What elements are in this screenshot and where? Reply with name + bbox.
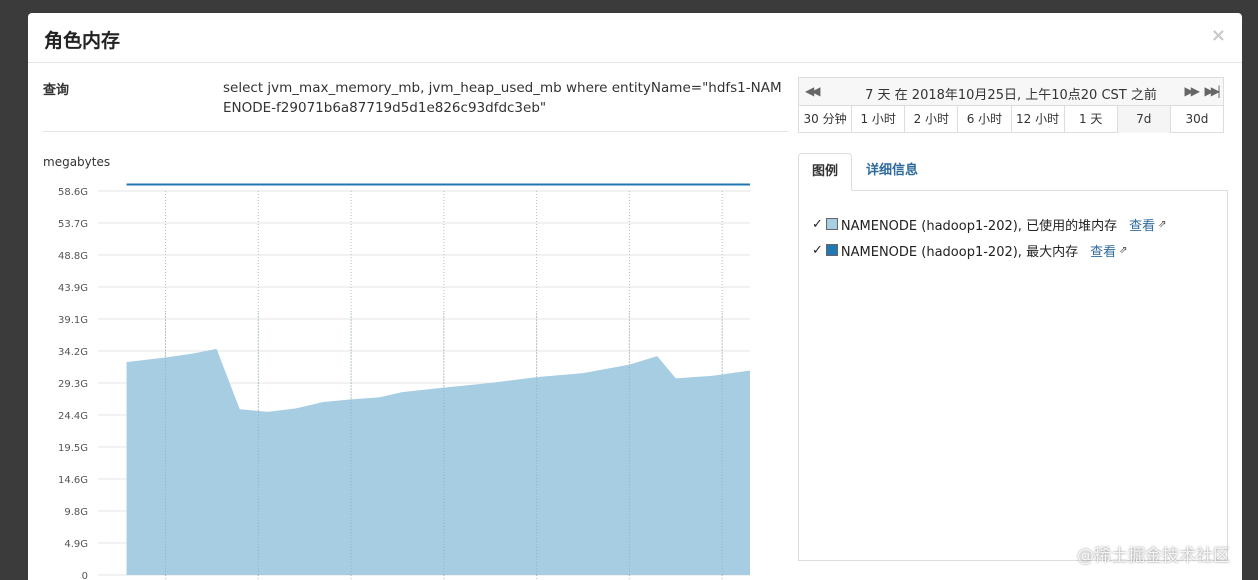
y-tick-label: 29.3G	[58, 379, 88, 390]
query-label: 查询	[43, 83, 70, 98]
legend-item-max-memory[interactable]: ✓ NAMENODE (hadoop1-202), 最大内存 查看 ⇗	[812, 240, 1127, 260]
range-button[interactable]: 1 天	[1065, 106, 1118, 133]
range-button[interactable]: 12 小时	[1012, 106, 1065, 133]
legend-swatch	[825, 218, 838, 230]
divider	[43, 131, 788, 132]
tab-legend[interactable]: 图例	[798, 153, 853, 191]
legend-item-heap-used[interactable]: ✓ NAMENODE (hadoop1-202), 已使用的堆内存 查看 ⇗	[812, 214, 1166, 234]
view-link[interactable]: 查看	[1090, 241, 1116, 260]
role-memory-modal: 角色内存 × 查询 select jvm_max_memory_mb, jvm_…	[28, 13, 1242, 580]
y-tick-label: 0	[82, 571, 88, 580]
y-tick-label: 39.1G	[58, 315, 88, 326]
y-tick-label: 14.6G	[58, 475, 88, 486]
y-tick-label: 58.6G	[58, 187, 88, 198]
watermark: @稀土掘金技术社区	[1077, 546, 1230, 566]
check-icon[interactable]: ✓	[812, 243, 823, 258]
legend-label: NAMENODE (hadoop1-202), 已使用的堆内存	[840, 218, 1118, 234]
y-tick-label: 48.8G	[58, 251, 88, 262]
y-tick-label: 4.9G	[64, 539, 88, 550]
external-link-icon[interactable]: ⇗	[1158, 219, 1166, 230]
view-link[interactable]: 查看	[1129, 215, 1155, 234]
y-tick-label: 53.7G	[58, 219, 88, 230]
y-tick-label: 19.5G	[58, 443, 88, 454]
legend-swatch	[825, 244, 838, 256]
y-tick-label: 34.2G	[58, 347, 88, 358]
range-button[interactable]: 30 分钟	[799, 106, 853, 133]
y-tick-label: 24.4G	[58, 411, 88, 422]
range-button[interactable]: 1 小时	[852, 106, 906, 133]
y-tick-label: 43.9G	[58, 283, 88, 294]
modal-header: 角色内存 ×	[28, 13, 1242, 63]
skip-to-end-icon[interactable]: ▶▶|	[1205, 84, 1221, 98]
time-navigator: ◀◀ 7 天 在 2018年10月25日, 上午10点20 CST 之前 ▶▶ …	[798, 77, 1224, 133]
y-axis-label: megabytes	[43, 155, 110, 169]
memory-area-chart: megabytes 0 4.9G 9.8G 14.6G 19.5G 24.4G 29.3G 3…	[43, 155, 750, 580]
time-range-text: 7 天 在 2018年10月25日, 上午10点20 CST 之前	[865, 88, 1157, 103]
modal-title: 角色内存	[44, 30, 121, 52]
range-button[interactable]: 2 小时	[905, 106, 959, 133]
range-button[interactable]: 7d	[1117, 106, 1171, 133]
close-button[interactable]: ×	[1211, 25, 1226, 46]
legend-tabs: 图例 详细信息	[798, 153, 1228, 191]
time-range-buttons: 30 分钟 1 小时 2 小时 6 小时 12 小时 1 天 7d 30d	[799, 106, 1223, 133]
external-link-icon[interactable]: ⇗	[1119, 245, 1127, 256]
legend-label: NAMENODE (hadoop1-202), 最大内存	[840, 244, 1079, 260]
y-tick-label: 9.8G	[64, 507, 88, 518]
range-button[interactable]: 30d	[1171, 106, 1223, 133]
double-right-triangle-icon[interactable]: ▶▶	[1185, 84, 1201, 98]
query-text: select jvm_max_memory_mb, jvm_heap_used_…	[223, 80, 782, 116]
check-icon[interactable]: ✓	[812, 217, 823, 232]
range-button[interactable]: 6 小时	[958, 106, 1012, 133]
legend-panel: ✓ NAMENODE (hadoop1-202), 已使用的堆内存 查看 ⇗ ✓…	[798, 190, 1228, 561]
tab-details[interactable]: 详细信息	[853, 153, 931, 191]
